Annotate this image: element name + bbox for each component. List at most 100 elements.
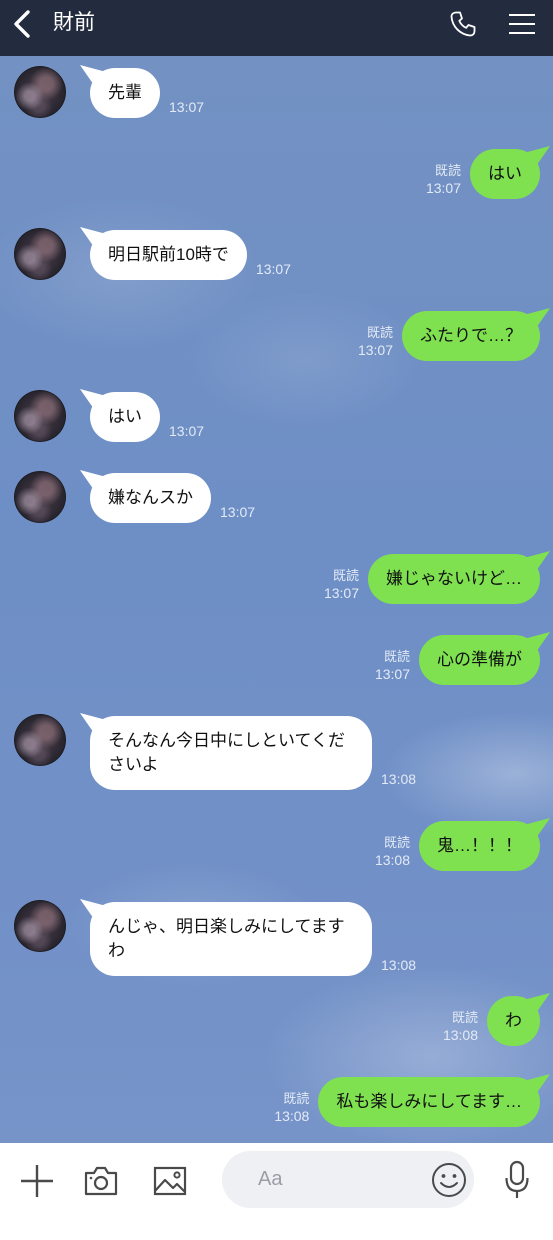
message-time: 13:08: [381, 771, 417, 787]
avatar[interactable]: [14, 228, 66, 280]
message-time: 13:07: [220, 504, 256, 520]
message-text: 私も楽しみにしてます…: [336, 1092, 522, 1111]
message-time: 13:07: [169, 99, 205, 115]
read-receipt: 既読: [332, 568, 359, 583]
message-meta: 既読 13:07: [324, 567, 359, 604]
message-row-sent: 既読 13:07 ふたりで…？: [0, 311, 553, 361]
message-row-received: はい 13:07: [0, 390, 553, 442]
message-bubble[interactable]: はい: [90, 392, 160, 442]
message-meta: 13:07: [169, 98, 204, 118]
message-text: 明日駅前10時で: [108, 245, 229, 264]
message-time: 13:08: [274, 1108, 310, 1124]
call-button[interactable]: [448, 9, 478, 39]
message-text: 先輩: [108, 83, 142, 102]
message-input-bar: [0, 1143, 553, 1240]
message-meta: 既読 13:08: [443, 1009, 478, 1046]
message-row-received: そんなん今日中にしといてくださいよ 13:08: [0, 714, 553, 790]
plus-icon: [21, 1165, 53, 1197]
message-row-received: 嫌なんスか 13:07: [0, 471, 553, 523]
message-text: わ: [505, 1011, 522, 1030]
message-list[interactable]: 先輩 13:07 既読 13:07 はい 明日駅前10時で 13:07 既読 1…: [0, 56, 553, 1143]
message-bubble[interactable]: ふたりで…？: [402, 311, 540, 361]
avatar[interactable]: [14, 471, 66, 523]
message-meta: 13:07: [256, 260, 291, 280]
message-time: 13:07: [374, 666, 410, 682]
read-receipt: 既読: [383, 649, 410, 664]
read-receipt: 既読: [366, 325, 393, 340]
message-text: 心の準備が: [437, 650, 522, 669]
message-text: 嫌なんスか: [108, 488, 193, 507]
message-bubble[interactable]: わ: [487, 996, 540, 1046]
message-input[interactable]: [258, 1151, 418, 1208]
message-row-sent: 既読 13:07 はい: [0, 149, 553, 199]
message-row-received: 先輩 13:07: [0, 66, 553, 118]
message-meta: 既読 13:07: [426, 162, 461, 199]
message-text: はい: [108, 407, 142, 426]
message-meta: 13:08: [381, 956, 416, 976]
camera-icon: [84, 1166, 118, 1196]
message-bubble[interactable]: 心の準備が: [419, 635, 540, 685]
avatar[interactable]: [14, 900, 66, 952]
microphone-icon: [505, 1160, 529, 1198]
message-meta: 13:07: [220, 503, 255, 523]
attach-button[interactable]: [20, 1164, 54, 1198]
chevron-left-icon: [14, 10, 30, 38]
message-time: 13:07: [169, 423, 205, 439]
message-row-sent: 既読 13:07 心の準備が: [0, 635, 553, 685]
avatar[interactable]: [14, 66, 66, 118]
chat-title: 財前: [53, 11, 95, 34]
message-meta: 既読 13:07: [358, 324, 393, 361]
camera-button[interactable]: [83, 1165, 119, 1197]
message-bubble[interactable]: 先輩: [90, 68, 160, 118]
message-row-received: 明日駅前10時で 13:07: [0, 228, 553, 280]
message-time: 13:07: [357, 342, 393, 358]
message-time: 13:07: [323, 585, 359, 601]
message-time: 13:08: [381, 957, 417, 973]
message-time: 13:07: [255, 261, 291, 277]
read-receipt: 既読: [434, 163, 461, 178]
message-bubble[interactable]: 嫌なんスか: [90, 473, 211, 523]
message-time: 13:08: [374, 852, 410, 868]
message-bubble[interactable]: はい: [470, 149, 540, 199]
message-bubble[interactable]: 明日駅前10時で: [90, 230, 247, 280]
message-bubble[interactable]: 鬼…！！！: [419, 821, 540, 871]
read-receipt: 既読: [383, 835, 410, 850]
smile-icon: [432, 1163, 466, 1197]
message-bubble[interactable]: 嫌じゃないけど…: [368, 554, 540, 604]
message-text: そんなん今日中にしといてくださいよ: [108, 731, 345, 774]
message-text: 嫌じゃないけど…: [386, 569, 522, 588]
message-bubble[interactable]: んじゃ、明日楽しみにしてますわ: [90, 902, 372, 976]
message-row-sent: 既読 13:08 鬼…！！！: [0, 821, 553, 871]
hamburger-menu-icon: [509, 14, 535, 34]
message-time: 13:08: [442, 1027, 478, 1043]
menu-button[interactable]: [508, 11, 536, 37]
message-row-received: んじゃ、明日楽しみにしてますわ 13:08: [0, 900, 553, 976]
message-bubble[interactable]: 私も楽しみにしてます…: [318, 1077, 540, 1127]
image-icon: [153, 1166, 187, 1196]
read-receipt: 既読: [451, 1010, 478, 1025]
message-meta: 既読 13:08: [375, 834, 410, 871]
message-text: はい: [488, 164, 522, 183]
message-text: 鬼…！！！: [437, 836, 522, 855]
chat-header: 財前: [0, 0, 553, 56]
avatar[interactable]: [14, 714, 66, 766]
avatar[interactable]: [14, 390, 66, 442]
message-input-container[interactable]: [222, 1151, 474, 1208]
message-meta: 13:07: [169, 422, 204, 442]
message-row-sent: 既読 13:07 嫌じゃないけど…: [0, 554, 553, 604]
message-meta: 既読 13:07: [375, 648, 410, 685]
gallery-button[interactable]: [153, 1165, 187, 1197]
phone-icon: [450, 11, 476, 37]
message-text: んじゃ、明日楽しみにしてますわ: [108, 917, 345, 960]
message-bubble[interactable]: そんなん今日中にしといてくださいよ: [90, 716, 372, 790]
message-text: ふたりで…？: [420, 326, 522, 345]
emoji-button[interactable]: [431, 1162, 467, 1198]
message-time: 13:07: [425, 180, 461, 196]
read-receipt: 既読: [283, 1091, 310, 1106]
back-button[interactable]: [11, 9, 33, 39]
message-row-sent: 既読 13:08 私も楽しみにしてます…: [0, 1077, 553, 1127]
voice-message-button[interactable]: [504, 1160, 530, 1200]
message-meta: 13:08: [381, 770, 416, 790]
message-meta: 既読 13:08: [274, 1090, 309, 1127]
message-row-sent: 既読 13:08 わ: [0, 996, 553, 1046]
